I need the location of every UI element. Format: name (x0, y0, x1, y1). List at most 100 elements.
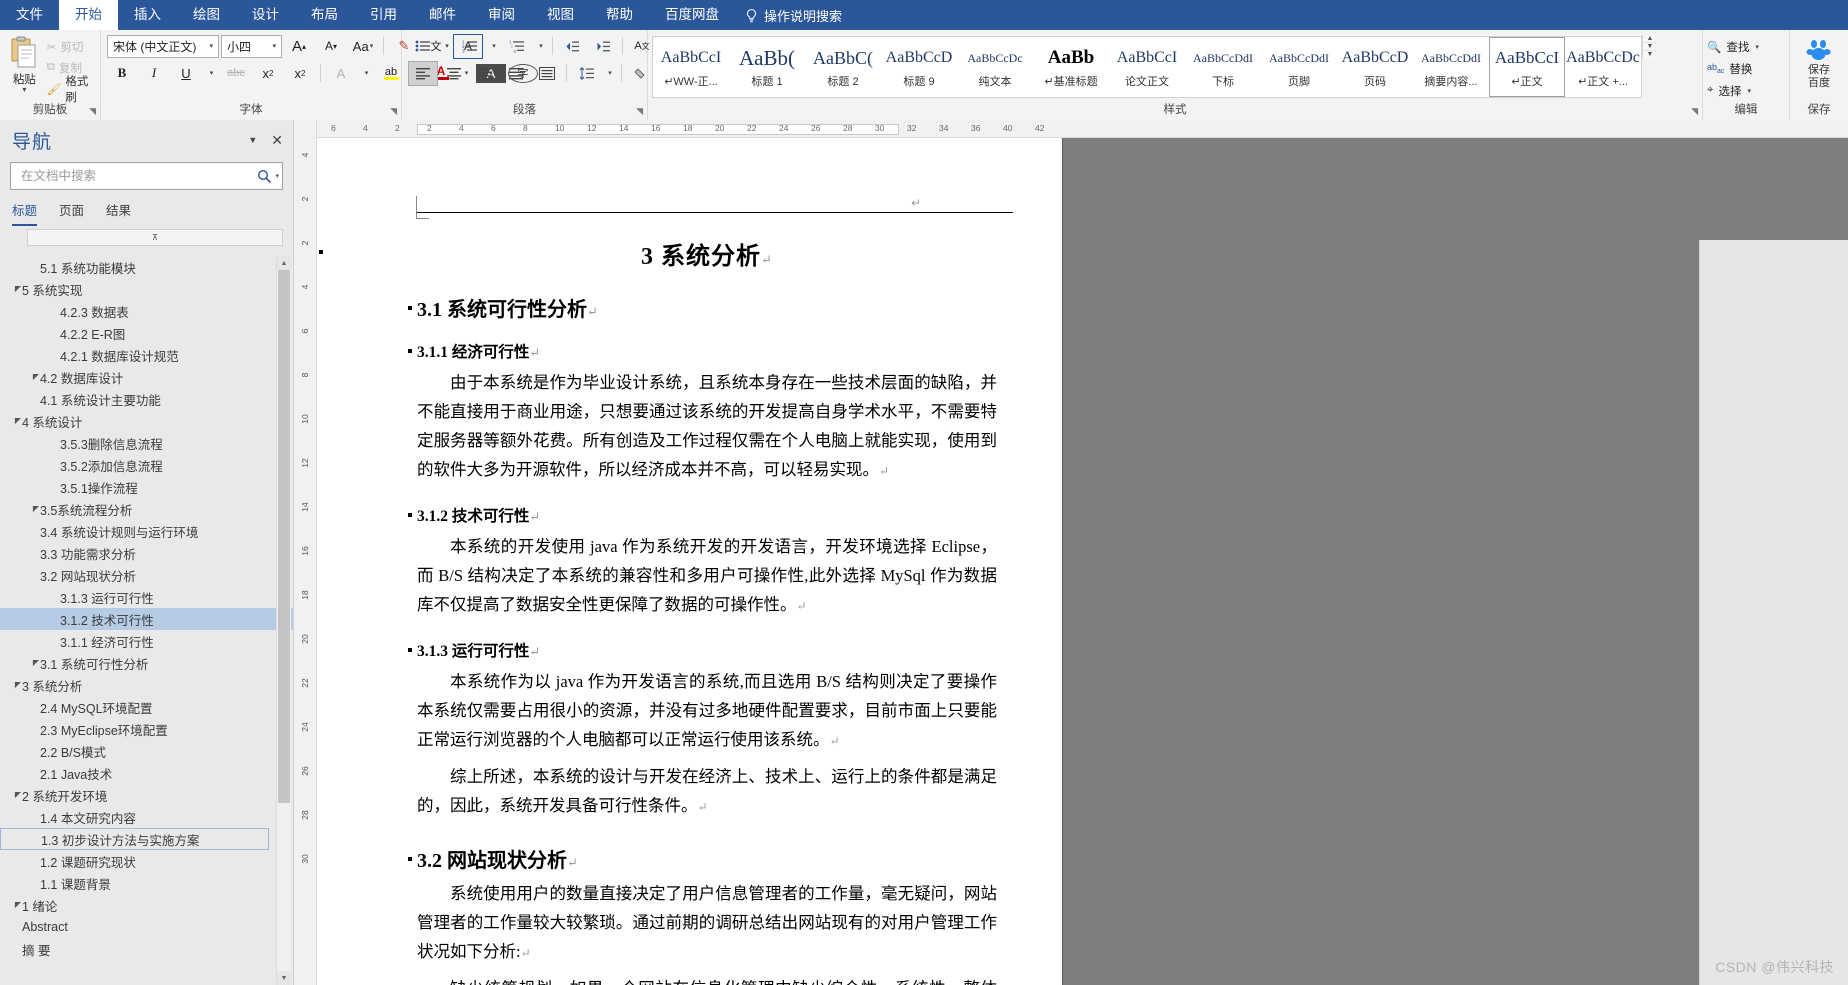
gallery-scroll-up-icon[interactable]: ▲ (1643, 35, 1657, 43)
distributed-icon[interactable] (532, 61, 562, 86)
nav-heading-item[interactable]: ◢1.3 初步设计方法与实施方案 (0, 828, 269, 850)
font-dialog-launcher-icon[interactable]: ◥ (390, 104, 397, 119)
line-spacing-icon[interactable] (571, 61, 601, 86)
twisty-expanded-icon[interactable]: ◢ (8, 791, 21, 800)
multilevel-list-icon[interactable]: 1ia (502, 34, 532, 59)
nav-heading-item[interactable]: ◢ 4 系统设计 (0, 410, 293, 432)
format-painter-button[interactable]: 🖌 格式刷 (47, 76, 96, 104)
nav-heading-item[interactable]: ◢5.1 系统功能模块 (0, 256, 293, 278)
twisty-expanded-icon[interactable]: ◢ (26, 505, 39, 514)
tab-home[interactable]: 开始 (59, 0, 118, 30)
nav-heading-item[interactable]: ◢1.2 课题研究现状 (0, 850, 293, 872)
chevron-down-icon[interactable]: ▾ (206, 42, 216, 50)
bullets-dropdown-icon[interactable]: ▾ (439, 34, 454, 59)
nav-heading-item[interactable]: ◢3.5.1操作流程 (0, 476, 293, 498)
twisty-expanded-icon[interactable]: ◢ (8, 901, 21, 910)
bold-icon[interactable]: B (107, 61, 137, 86)
line-spacing-dropdown-icon[interactable]: ▾ (602, 61, 617, 86)
nav-tab-pages[interactable]: 页面 (59, 200, 84, 226)
text-effects-dropdown-icon[interactable]: ▾ (358, 61, 374, 86)
nav-heading-item[interactable]: ◢3.5.3删除信息流程 (0, 432, 293, 454)
grow-font-icon[interactable]: A ▴ (284, 34, 314, 59)
chevron-down-icon[interactable]: ▼ (238, 135, 267, 145)
nav-heading-item[interactable]: ◢3.1.3 运行可行性 (0, 586, 293, 608)
nav-heading-item[interactable]: ◢4.2.3 数据表 (0, 300, 293, 322)
doc-heading[interactable]: 3.1.3 运行可行性↵ (408, 639, 997, 661)
doc-heading[interactable]: 3.2 网站现状分析↵ (408, 844, 997, 873)
justify-icon[interactable] (501, 61, 531, 86)
nav-heading-item[interactable]: ◢ 4.2 数据库设计 (0, 366, 293, 388)
nav-heading-item[interactable]: ◢2.2 B/S模式 (0, 740, 293, 762)
style-item[interactable]: AaBb(标题 1 (729, 37, 805, 97)
numbering-icon[interactable]: 123 (455, 34, 485, 59)
doc-heading[interactable]: 3.1 系统可行性分析↵ (408, 293, 997, 322)
styles-gallery[interactable]: AaBbCcI ↵WW-正... AaBb(标题 1 AaBbC(标题 2 AaBbCc… (652, 36, 1642, 98)
subscript-icon[interactable]: x2 (253, 61, 283, 86)
navigation-collapse-bar[interactable]: ⊼ (27, 229, 283, 246)
style-item[interactable]: AaBbCcI ↵正文 (1489, 37, 1565, 97)
italic-icon[interactable]: I (139, 61, 169, 86)
tab-insert[interactable]: 插入 (118, 0, 177, 30)
styles-gallery-scrollbar[interactable]: ▲ ▼ ▼ (1642, 35, 1657, 58)
nav-heading-item[interactable]: ◢ 3.1 系统可行性分析 (0, 652, 293, 674)
twisty-expanded-icon[interactable]: ◢ (8, 417, 21, 426)
nav-heading-item[interactable]: ◢2.4 MySQL环境配置 (0, 696, 293, 718)
style-item[interactable]: AaBbCcI 论文正文 (1109, 37, 1185, 97)
replace-button[interactable]: abac 替换 (1707, 59, 1759, 78)
shrink-font-icon[interactable]: A ▾ (316, 34, 346, 59)
nav-heading-item[interactable]: ◢4.1 系统设计主要功能 (0, 388, 293, 410)
style-item[interactable]: AaBbCcDc 纯文本 (957, 37, 1033, 97)
tab-review[interactable]: 审阅 (472, 0, 531, 30)
navigation-search-box[interactable]: ▾ (10, 162, 283, 190)
chevron-down-icon[interactable]: ▾ (1755, 43, 1759, 51)
doc-paragraph[interactable]: 本系统作为以 java 作为开发语言的系统,而且选用 B/S 结构则决定了要操作… (417, 667, 997, 756)
nav-heading-item[interactable]: ◢ 1 绪论 (0, 894, 293, 916)
select-button[interactable]: ⌖ 选择 ▾ (1707, 81, 1759, 100)
navigation-heading-list[interactable]: ◢5.1 系统功能模块◢5 系统实现◢4.2.3 数据表◢4.2.2 E-R图◢… (0, 256, 293, 985)
scrollbar-thumb[interactable] (278, 270, 290, 803)
nav-heading-item[interactable]: ◢3.2 网站现状分析 (0, 564, 293, 586)
doc-heading[interactable]: 3.1.2 技术可行性↵ (408, 504, 997, 526)
nav-heading-item[interactable]: ◢3.3 功能需求分析 (0, 542, 293, 564)
font-name-combo[interactable]: 宋体 (中文正文) ▾ (107, 34, 219, 58)
multilevel-dropdown-icon[interactable]: ▾ (533, 34, 548, 59)
chevron-down-icon[interactable]: ▾ (1747, 87, 1751, 95)
font-size-combo[interactable]: 小四 ▾ (221, 34, 282, 58)
scrollbar-track[interactable] (277, 270, 291, 971)
tab-baidu-netdisk[interactable]: 百度网盘 (649, 0, 735, 30)
tab-file[interactable]: 文件 (0, 0, 59, 30)
text-effects-icon[interactable]: A (326, 61, 356, 86)
style-item[interactable]: AaBbCcD 页码 (1337, 37, 1413, 97)
align-left-icon[interactable] (408, 60, 438, 86)
change-case-icon[interactable]: Aa ▾ (348, 34, 378, 59)
tab-help[interactable]: 帮助 (590, 0, 649, 30)
scroll-up-icon[interactable]: ▲ (277, 256, 291, 270)
style-item[interactable]: AaBb ↵基准标题 (1033, 37, 1109, 97)
style-item[interactable]: AaBbC(标题 2 (805, 37, 881, 97)
bullets-icon[interactable] (408, 34, 438, 59)
style-item[interactable]: AaBbCcDdI 摘要内容... (1413, 37, 1489, 97)
tab-draw[interactable]: 绘图 (177, 0, 236, 30)
clipboard-dialog-launcher-icon[interactable]: ◥ (89, 104, 96, 119)
nav-heading-item[interactable]: ◢ 3 系统分析 (0, 674, 293, 696)
document-content[interactable]: ↵ 3 系统分析↵ 3.1 系统可行性分析↵ 3.1.1 经济可行性↵ 由于本系统是… (319, 196, 1013, 985)
chevron-down-icon[interactable]: ▾ (272, 172, 279, 180)
doc-heading[interactable]: 3.1.1 经济可行性↵ (408, 340, 997, 362)
nav-heading-item[interactable]: ◢4.2.1 数据库设计规范 (0, 344, 293, 366)
tab-view[interactable]: 视图 (531, 0, 590, 30)
baidu-save-button[interactable]: 保存 百度 (1806, 34, 1832, 90)
increase-indent-icon[interactable] (588, 34, 618, 59)
tell-me-search[interactable]: 操作说明搜索 (735, 0, 852, 30)
align-right-icon[interactable] (470, 61, 500, 86)
scroll-down-icon[interactable]: ▼ (277, 971, 291, 985)
document-page[interactable]: ↵ 3 系统分析↵ 3.1 系统可行性分析↵ 3.1.1 经济可行性↵ 由于本系统是… (317, 138, 1062, 985)
doc-paragraph[interactable]: 由于本系统是作为毕业设计系统，且系统本身存在一些技术层面的缺陷，并不能直接用于商… (417, 368, 997, 486)
chevron-down-icon[interactable]: ▾ (22, 86, 26, 94)
nav-heading-item[interactable]: ◢摘 要 (0, 938, 293, 960)
tab-mailings[interactable]: 邮件 (413, 0, 472, 30)
style-item[interactable]: AaBbCcDdI 页脚 (1261, 37, 1337, 97)
nav-heading-item[interactable]: ◢3.1.2 技术可行性 (0, 608, 293, 630)
strikethrough-icon[interactable]: abc (221, 61, 251, 86)
doc-paragraph[interactable]: 本系统的开发使用 java 作为系统开发的开发语言，开发环境选择 Eclipse… (417, 532, 997, 621)
nav-tab-results[interactable]: 结果 (106, 200, 131, 226)
